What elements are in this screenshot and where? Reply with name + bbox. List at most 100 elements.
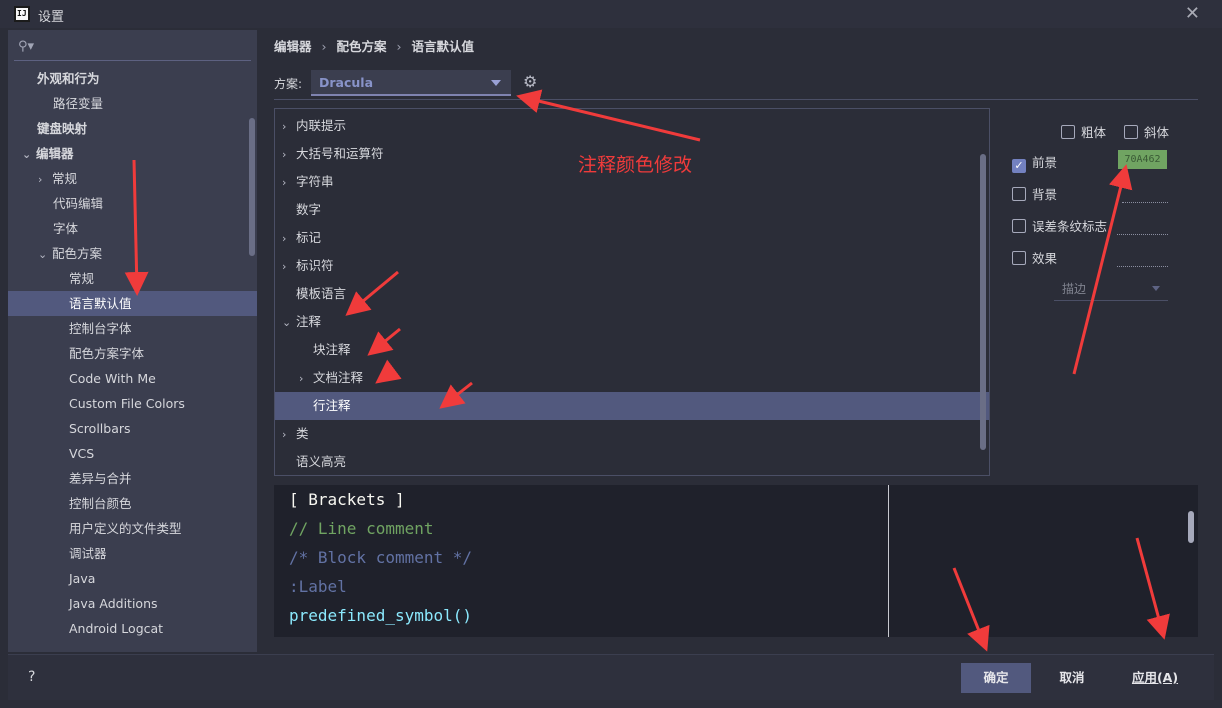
breadcrumb-item[interactable]: 配色方案 <box>337 39 387 54</box>
sidebar-item[interactable]: 用户定义的文件类型 <box>8 516 257 541</box>
attribute-label: 文档注释 <box>313 370 364 385</box>
background-color-field[interactable] <box>1122 202 1168 203</box>
bold-checkbox[interactable] <box>1061 125 1075 139</box>
app-logo-icon: IJ <box>14 6 30 22</box>
sidebar-item[interactable]: 配色方案字体 <box>8 341 257 366</box>
chevron-right-icon[interactable]: › <box>38 167 52 192</box>
attribute-label: 行注释 <box>313 398 351 413</box>
sidebar-item[interactable]: 差异与合并 <box>8 466 257 491</box>
scheme-value: Dracula <box>319 75 374 90</box>
sidebar-item[interactable]: VCS <box>8 441 257 466</box>
ok-button[interactable]: 确定 <box>961 663 1031 693</box>
background-checkbox[interactable] <box>1012 187 1026 201</box>
sidebar-item[interactable]: Android Logcat <box>8 616 257 641</box>
apply-button[interactable]: 应用(A) <box>1120 663 1190 693</box>
sidebar-item[interactable]: 语言默认值 <box>8 291 257 316</box>
foreground-option[interactable]: ✓ 前景 <box>1012 152 1057 173</box>
sidebar-item[interactable]: 字体 <box>8 216 257 241</box>
sidebar-item[interactable]: ⌄ 配色方案 <box>8 241 257 266</box>
sidebar-item[interactable]: 常规 <box>8 266 257 291</box>
sidebar-item[interactable]: Custom File Colors <box>8 391 257 416</box>
attribute-tree-item[interactable]: 数字 <box>275 196 989 224</box>
sidebar-item[interactable]: Scrollbars <box>8 416 257 441</box>
sidebar-item[interactable]: 调试器 <box>8 541 257 566</box>
error-stripe-label: 误差条纹标志 <box>1032 219 1108 234</box>
annotation-text: 注释颜色修改 <box>578 154 693 176</box>
attribute-tree-item[interactable]: ⌄ 注释 <box>275 308 989 336</box>
sidebar-item[interactable]: 键盘映射 <box>8 116 257 141</box>
attributes-scrollbar[interactable] <box>980 154 986 450</box>
sidebar-item[interactable]: Code With Me <box>8 366 257 391</box>
attribute-tree-item[interactable]: › 文档注释 <box>275 364 989 392</box>
close-icon[interactable]: ✕ <box>1185 3 1200 24</box>
sidebar-item-label: 键盘映射 <box>37 121 88 136</box>
foreground-color-swatch[interactable]: 70A462 <box>1118 150 1167 169</box>
cancel-button[interactable]: 取消 <box>1041 663 1103 693</box>
chevron-right-icon[interactable]: › <box>282 141 296 169</box>
italic-option[interactable]: 斜体 <box>1124 122 1169 141</box>
chevron-right-icon[interactable]: › <box>299 365 313 393</box>
breadcrumb: 编辑器 › 配色方案 › 语言默认值 <box>274 36 474 55</box>
sidebar-item[interactable]: 外观和行为 <box>8 66 257 91</box>
effects-color-field[interactable] <box>1117 266 1168 267</box>
sidebar-item[interactable]: Java <box>8 566 257 591</box>
attribute-tree-item[interactable]: › 标记 <box>275 224 989 252</box>
sidebar-item[interactable]: 路径变量 <box>8 91 257 116</box>
attribute-tree-item[interactable]: 块注释 <box>275 336 989 364</box>
attribute-tree-item[interactable]: 行注释 <box>275 392 989 420</box>
sidebar-item-label: 差异与合并 <box>69 471 132 486</box>
sidebar-item[interactable]: ⌄ 编辑器 <box>8 141 257 166</box>
sidebar-item-label: Java <box>69 571 96 586</box>
attribute-tree-item[interactable]: › 标识符 <box>275 252 989 280</box>
sidebar-item[interactable]: 代码编辑 <box>8 191 257 216</box>
sidebar-item-label: 配色方案字体 <box>69 346 145 361</box>
chevron-right-icon[interactable]: › <box>282 169 296 197</box>
sidebar-item-label: 常规 <box>69 271 95 286</box>
effect-type-value: 描边 <box>1062 282 1087 296</box>
breadcrumb-item[interactable]: 编辑器 <box>274 39 312 54</box>
attribute-label: 类 <box>296 426 309 441</box>
chevron-down-icon[interactable]: ⌄ <box>38 242 52 267</box>
attribute-label: 注释 <box>296 314 322 329</box>
attribute-label: 大括号和运算符 <box>296 146 384 161</box>
gear-icon[interactable]: ⚙ <box>523 72 537 91</box>
chevron-right-icon[interactable]: › <box>282 253 296 281</box>
right-margin-line <box>888 485 889 637</box>
background-label: 背景 <box>1032 187 1058 202</box>
preview-scrollbar[interactable] <box>1188 511 1194 543</box>
attribute-label: 语义高亮 <box>296 454 347 469</box>
effects-option[interactable]: 效果 <box>1012 248 1057 267</box>
error-stripe-checkbox[interactable] <box>1012 219 1026 233</box>
attribute-tree-item[interactable]: 语义高亮 <box>275 448 989 475</box>
sidebar-item[interactable]: › 常规 <box>8 166 257 191</box>
attribute-tree-item[interactable]: › 内联提示 <box>275 112 989 140</box>
main-panel: 编辑器 › 配色方案 › 语言默认值 方案: Dracula ⚙ › 内联提示 › 大括号和运… <box>257 30 1215 652</box>
chevron-down-icon[interactable]: ⌄ <box>22 142 36 167</box>
chevron-right-icon[interactable]: › <box>282 113 296 141</box>
effects-checkbox[interactable] <box>1012 251 1026 265</box>
chevron-right-icon[interactable]: › <box>282 225 296 253</box>
italic-checkbox[interactable] <box>1124 125 1138 139</box>
background-option[interactable]: 背景 <box>1012 184 1057 203</box>
bold-option[interactable]: 粗体 <box>1061 122 1106 141</box>
foreground-checkbox[interactable]: ✓ <box>1012 159 1026 173</box>
sidebar-item[interactable]: Java Additions <box>8 591 257 616</box>
error-stripe-color-field[interactable] <box>1117 234 1168 235</box>
error-stripe-option[interactable]: 误差条纹标志 <box>1012 216 1107 235</box>
sidebar-item-label: Custom File Colors <box>69 396 185 411</box>
help-button[interactable]: ? <box>28 669 35 685</box>
attribute-tree-item[interactable]: 模板语言 <box>275 280 989 308</box>
sidebar-item[interactable]: 控制台颜色 <box>8 491 257 516</box>
sidebar-item-label: Android Logcat <box>69 621 164 636</box>
sidebar-item[interactable]: 控制台字体 <box>8 316 257 341</box>
search-input[interactable]: ⚲▾ <box>14 37 251 61</box>
chevron-right-icon[interactable]: › <box>282 421 296 449</box>
sidebar-scrollbar[interactable] <box>249 118 255 256</box>
effect-type-dropdown[interactable]: 描边 <box>1054 275 1168 301</box>
sidebar-item-label: 控制台字体 <box>69 321 132 336</box>
code-preview[interactable]: [ Brackets ] // Line comment /* Block comm… <box>274 485 1198 637</box>
scheme-dropdown[interactable]: Dracula <box>311 70 511 96</box>
sidebar-item-label: Java Additions <box>69 596 158 611</box>
attribute-tree-item[interactable]: › 类 <box>275 420 989 448</box>
chevron-down-icon[interactable]: ⌄ <box>282 309 296 337</box>
